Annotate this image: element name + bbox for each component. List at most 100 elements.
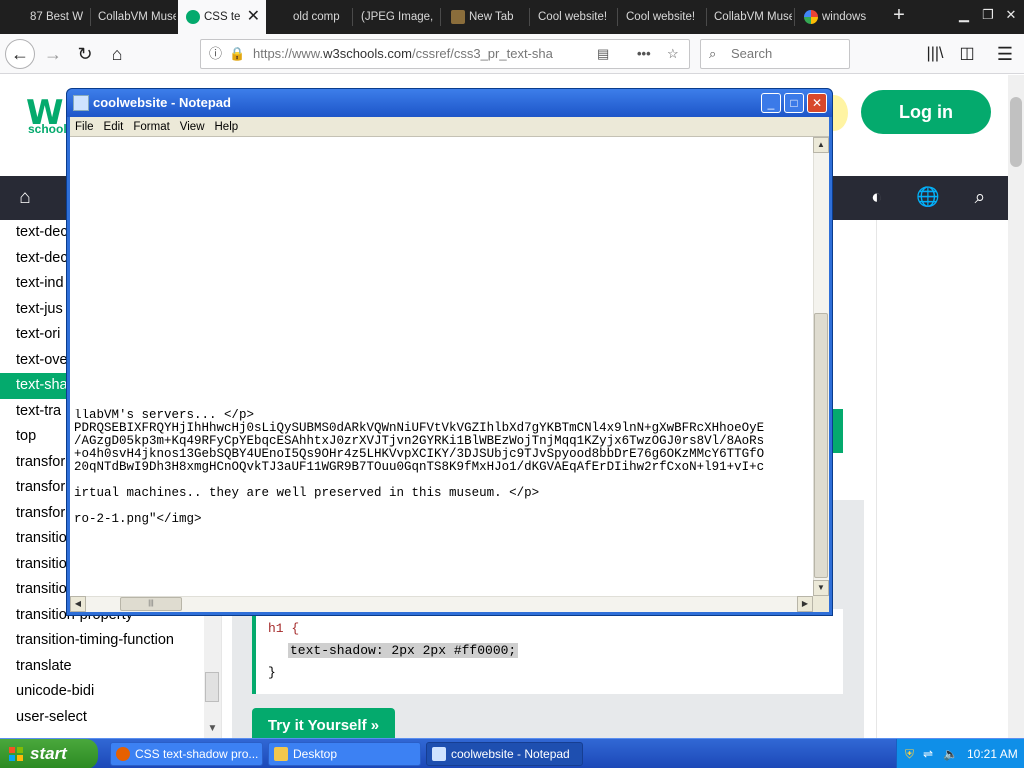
volume-icon[interactable]: 🔈	[943, 746, 958, 762]
home-icon[interactable]: ⌂	[10, 176, 40, 220]
url-text[interactable]: https://www.w3schools.com/cssref/css3_pr…	[253, 40, 583, 68]
minimize-icon[interactable]: _	[761, 93, 781, 113]
url-prefix: https://www.	[253, 46, 324, 61]
library-button[interactable]: |||\	[920, 39, 950, 69]
notepad-text-line: ro-2-1.png"</img>	[74, 512, 202, 526]
try-it-yourself-button[interactable]: Try it Yourself »	[252, 708, 395, 738]
tab-label: Cool website!	[538, 11, 608, 23]
scrollbar-corner	[813, 596, 829, 612]
windows-taskbar: start CSS text-shadow pro... Desktop coo…	[0, 738, 1024, 768]
back-button[interactable]: ←	[5, 39, 35, 69]
browser-tab[interactable]: Cool website!	[618, 0, 706, 34]
notepad-content[interactable]: llabVM's servers... </p> PDRQSEBIXFRQYHjI…	[74, 409, 809, 526]
menu-format[interactable]: Format	[128, 117, 174, 137]
home-icon: ⌂	[111, 44, 123, 64]
reload-icon: ↻	[77, 44, 93, 64]
menu-button[interactable]: ☰	[990, 39, 1020, 69]
sidebar-menu-item[interactable]: user-select	[0, 705, 221, 731]
taskbar-item-notepad[interactable]: coolwebsite - Notepad	[426, 742, 583, 766]
close-tab-icon[interactable]: ✕	[247, 0, 260, 34]
shield-icon[interactable]: ⛨	[905, 746, 914, 762]
login-button[interactable]: Log in	[861, 90, 991, 134]
menu-file[interactable]: File	[70, 117, 99, 137]
network-icon[interactable]: ⇌	[923, 746, 933, 762]
browser-tab-active[interactable]: CSS te ✕	[178, 0, 266, 34]
notepad-window: coolwebsite - Notepad _ □ ✕ File Edit Form…	[66, 88, 833, 616]
notepad-vertical-thumb[interactable]	[814, 313, 828, 578]
tab-label: Cool website!	[626, 11, 696, 23]
menu-help[interactable]: Help	[210, 117, 244, 137]
browser-tab[interactable]: CollabVM Muse	[706, 0, 792, 34]
start-button[interactable]: start	[0, 739, 98, 768]
browser-tab[interactable]: Cool website!	[530, 0, 618, 34]
window-title: coolwebsite - Notepad	[93, 95, 231, 110]
plus-icon[interactable]: +	[888, 4, 910, 26]
browser-tab[interactable]: windows	[796, 0, 876, 34]
bookmark-star-icon[interactable]: ☆	[667, 40, 679, 68]
info-icon[interactable]: ⓘ	[209, 40, 222, 68]
notepad-horizontal-thumb[interactable]: |||	[120, 597, 182, 611]
search-input[interactable]: ⌕ Search	[700, 39, 850, 69]
new-tab-favicon-icon	[451, 9, 465, 24]
search-icon: ⌕	[709, 46, 717, 61]
code-example: h1 { text-shadow: 2px 2px #ff0000; }	[252, 609, 843, 694]
page-scrollbar[interactable]	[1008, 75, 1024, 738]
forward-button[interactable]: →	[38, 39, 68, 69]
tab-label: CollabVM Muse	[98, 11, 176, 23]
close-icon[interactable]: ✕	[807, 93, 827, 113]
search-icon[interactable]: ⌕	[965, 176, 995, 220]
close-window-icon[interactable]: ✕	[1000, 4, 1022, 26]
notepad-text-area[interactable]: llabVM's servers... </p> PDRQSEBIXFRQYHjI…	[70, 137, 829, 612]
browser-tab[interactable]: (JPEG Image,	[353, 0, 438, 34]
library-icon: |||\	[926, 45, 944, 62]
taskbar-item-desktop[interactable]: Desktop	[268, 742, 421, 766]
sidebar-menu-item[interactable]: translate	[0, 654, 221, 680]
tab-label: New Tab	[469, 11, 514, 23]
page-actions-icon[interactable]: •••	[637, 40, 651, 68]
notepad-text-line: 20qNTdBwI9Dh3H8xmgHCnOQvkTJ3aUF11WGR9B7T…	[74, 460, 765, 474]
notepad-title-bar[interactable]: coolwebsite - Notepad _ □ ✕	[67, 89, 832, 117]
system-tray: ⛨ ⇌ 🔈 10:21 AM	[896, 739, 1024, 768]
browser-tab[interactable]: old comp	[285, 0, 353, 34]
sidebar-menu-item[interactable]: transition-timing-function	[0, 628, 221, 654]
lock-icon[interactable]: 🔒	[229, 40, 245, 68]
menu-view[interactable]: View	[175, 117, 210, 137]
globe-icon[interactable]: 🌐	[913, 176, 943, 220]
taskbar-item-label: coolwebsite - Notepad	[451, 747, 570, 761]
reload-button[interactable]: ↻	[70, 39, 100, 69]
notepad-text-line: irtual machines.. they are well preserve…	[74, 486, 540, 500]
maximize-icon[interactable]: □	[784, 93, 804, 113]
url-bar[interactable]: ⓘ 🔒 https://www.w3schools.com/cssref/css…	[200, 39, 690, 69]
tab-label: CSS te	[204, 11, 241, 23]
taskbar-item-label: CSS text-shadow pro...	[135, 747, 259, 761]
tab-label: (JPEG Image,	[361, 11, 434, 23]
minimize-window-icon[interactable]: ▁	[953, 4, 975, 26]
browser-tab[interactable]: CollabVM Muse	[90, 0, 176, 34]
code-line-highlighted: text-shadow: 2px 2px #ff0000;	[288, 643, 519, 658]
taskbar-item-firefox[interactable]: CSS text-shadow pro...	[110, 742, 263, 766]
scroll-right-arrow-icon[interactable]: ▶	[797, 596, 813, 612]
home-button[interactable]: ⌂	[102, 39, 132, 69]
green-accent-bar	[832, 409, 843, 453]
scroll-down-arrow-icon[interactable]: ▼	[813, 580, 829, 596]
notepad-icon	[432, 747, 446, 761]
url-domain: w3schools.com	[323, 46, 412, 61]
menu-edit[interactable]: Edit	[99, 117, 129, 137]
taskbar-item-label: Desktop	[293, 747, 338, 761]
search-placeholder: Search	[731, 46, 773, 61]
browser-tab[interactable]: New Tab	[443, 0, 528, 34]
start-label: start	[30, 744, 67, 763]
scroll-left-arrow-icon[interactable]: ◀	[70, 596, 86, 612]
reader-view-icon[interactable]: ▤	[597, 40, 609, 68]
notepad-menu-bar: File Edit Format View Help	[70, 117, 829, 137]
browser-tab[interactable]: 87 Best W	[22, 0, 92, 34]
page-scroll-thumb[interactable]	[1010, 97, 1022, 167]
restore-window-icon[interactable]: ❐	[977, 4, 999, 26]
sidebar-scroll-thumb[interactable]	[205, 672, 219, 702]
scroll-down-arrow-icon[interactable]: ▼	[204, 721, 221, 737]
scroll-up-arrow-icon[interactable]: ▲	[813, 137, 829, 153]
sidebar-toggle-button[interactable]: ◫	[952, 39, 982, 69]
sidebar-menu-item[interactable]: unicode-bidi	[0, 679, 221, 705]
arrow-right-icon: →	[44, 44, 62, 64]
contrast-icon[interactable]: ◐	[862, 176, 892, 220]
